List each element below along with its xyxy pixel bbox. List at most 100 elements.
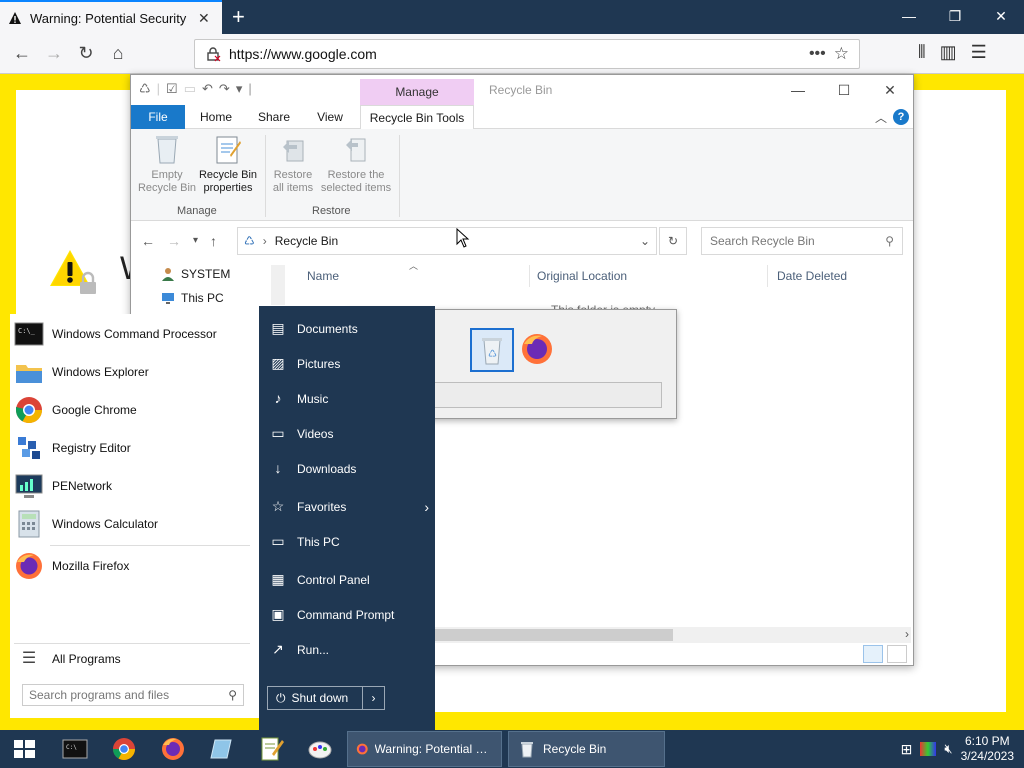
start-menu-places: ▤ Documents ▨ Pictures ♪ Music ▭ Videos ↓ Dow… bbox=[259, 306, 435, 730]
tab-home[interactable]: Home bbox=[191, 105, 241, 129]
star-icon: ☆ bbox=[271, 498, 285, 514]
nav-pane-scrollbar[interactable] bbox=[271, 265, 285, 305]
ribbon-collapse-icon[interactable]: ︿ bbox=[875, 109, 887, 126]
library-icon[interactable]: ⫴ bbox=[918, 42, 926, 63]
sidebar-icon[interactable]: ▥ bbox=[940, 42, 957, 63]
large-icons-view-icon[interactable] bbox=[887, 645, 907, 663]
windows-start-icon[interactable] bbox=[0, 730, 48, 768]
place-run[interactable]: ↗ Run... bbox=[269, 635, 429, 665]
color-tray-icon[interactable] bbox=[920, 742, 937, 756]
search-icon: ⚲ bbox=[885, 234, 894, 248]
horizontal-scrollbar[interactable]: › bbox=[431, 627, 911, 643]
restore-all-button[interactable]: Restore all items bbox=[269, 133, 317, 195]
search-recycle-bin-input[interactable]: Search Recycle Bin ⚲ bbox=[701, 227, 903, 255]
back-arrow-icon[interactable]: ← bbox=[141, 233, 155, 249]
start-search-input[interactable]: Search programs and files ⚲ bbox=[22, 684, 244, 706]
up-arrow-icon[interactable]: ↑ bbox=[210, 233, 217, 249]
close-button[interactable]: ✕ bbox=[978, 0, 1024, 34]
tab-file[interactable]: File bbox=[131, 105, 185, 129]
taskbar-cmd-icon[interactable]: C:\ bbox=[60, 734, 90, 764]
explorer-minimize-button[interactable]: — bbox=[775, 75, 821, 105]
program-windows-explorer[interactable]: Windows Explorer bbox=[14, 354, 254, 390]
place-videos[interactable]: ▭ Videos bbox=[269, 419, 429, 449]
taskbar-task-firefox[interactable]: Warning: Potential Security Risk Ahead bbox=[347, 731, 502, 767]
column-separator[interactable] bbox=[767, 265, 768, 287]
warning-icon bbox=[9, 12, 21, 24]
place-this-pc[interactable]: ▭ This PC bbox=[269, 527, 429, 557]
place-music[interactable]: ♪ Music bbox=[269, 384, 429, 414]
new-tab-button[interactable]: + bbox=[232, 4, 245, 30]
home-button[interactable]: ⌂ bbox=[102, 43, 134, 64]
program-mozilla-firefox[interactable]: Mozilla Firefox bbox=[14, 548, 254, 584]
browser-tab-active[interactable]: Warning: Potential Security Risk Ahead ✕ bbox=[0, 0, 222, 34]
help-icon[interactable]: ? bbox=[893, 109, 909, 125]
properties-icon[interactable]: ☑ bbox=[166, 81, 178, 97]
all-programs-button[interactable]: ☰ All Programs bbox=[14, 641, 254, 677]
clock[interactable]: 6:10 PM 3/24/2023 bbox=[961, 734, 1014, 764]
scrollbar-thumb[interactable] bbox=[431, 629, 673, 641]
recycle-bin-properties-button[interactable]: Recycle Bin properties bbox=[197, 133, 259, 195]
forward-button[interactable]: → bbox=[38, 43, 70, 64]
url-bar[interactable]: https://www.google.com ••• ☆ bbox=[194, 39, 860, 69]
taskbar-task-recycle-bin[interactable]: Recycle Bin bbox=[508, 731, 665, 767]
column-name[interactable]: Name bbox=[307, 269, 339, 283]
minimize-button[interactable]: — bbox=[886, 0, 932, 34]
firefox-icon[interactable] bbox=[520, 332, 554, 366]
undo-icon[interactable]: ↶ bbox=[202, 81, 213, 97]
redo-icon[interactable]: ↷ bbox=[219, 81, 230, 97]
explorer-close-button[interactable]: ✕ bbox=[867, 75, 913, 105]
program-registry-editor[interactable]: Registry Editor bbox=[14, 430, 254, 466]
shutdown-button[interactable]: ⏻ Shut down › bbox=[267, 686, 385, 710]
explorer-maximize-button[interactable]: ☐ bbox=[821, 75, 867, 105]
taskbar-paint-icon[interactable] bbox=[305, 734, 335, 764]
restore-button[interactable]: ❐ bbox=[932, 0, 978, 34]
column-date-deleted[interactable]: Date Deleted bbox=[777, 269, 847, 283]
forward-arrow-icon[interactable]: → bbox=[167, 233, 181, 249]
recent-chevron-icon[interactable]: ▾ bbox=[193, 233, 198, 249]
customize-qat-icon[interactable]: ▾ bbox=[236, 81, 243, 97]
tab-recycle-bin-tools[interactable]: Recycle Bin Tools bbox=[360, 105, 474, 130]
place-control-panel[interactable]: ▦ Control Panel bbox=[269, 565, 429, 595]
scroll-right-icon[interactable]: › bbox=[905, 627, 909, 641]
menu-icon[interactable]: ☰ bbox=[971, 42, 987, 63]
taskbar-explorer-icon[interactable] bbox=[207, 734, 237, 764]
restore-selected-button[interactable]: Restore the selected items bbox=[319, 133, 393, 195]
details-view-icon[interactable] bbox=[863, 645, 883, 663]
tab-share[interactable]: Share bbox=[251, 105, 297, 129]
refresh-button[interactable]: ↻ bbox=[659, 227, 687, 255]
place-favorites[interactable]: ☆ Favorites › bbox=[269, 492, 429, 522]
nav-item-this-pc[interactable]: This PC bbox=[161, 291, 224, 305]
taskbar-firefox-icon[interactable] bbox=[158, 734, 188, 764]
place-pictures[interactable]: ▨ Pictures bbox=[269, 349, 429, 379]
tab-view[interactable]: View bbox=[307, 105, 353, 129]
page-actions-icon[interactable]: ••• bbox=[809, 45, 826, 63]
program-google-chrome[interactable]: Google Chrome bbox=[14, 392, 254, 428]
program-windows-command-processor[interactable]: C:\_ Windows Command Processor bbox=[14, 316, 254, 352]
empty-bin-icon bbox=[156, 136, 178, 164]
shutdown-options-chevron-icon[interactable]: › bbox=[362, 687, 384, 709]
reload-button[interactable]: ↻ bbox=[70, 43, 102, 64]
place-documents[interactable]: ▤ Documents bbox=[269, 314, 429, 344]
place-command-prompt[interactable]: ▣ Command Prompt bbox=[269, 600, 429, 630]
taskbar-notepad-icon[interactable] bbox=[256, 734, 286, 764]
taskbar-chrome-icon[interactable] bbox=[109, 734, 139, 764]
task-switcher-recycle-bin[interactable]: ♺ bbox=[470, 328, 514, 372]
new-folder-icon[interactable]: ▭ bbox=[184, 81, 196, 97]
run-icon: ↗ bbox=[272, 641, 284, 657]
column-separator[interactable] bbox=[529, 265, 530, 287]
volume-muted-icon[interactable]: 🔇︎ bbox=[944, 741, 952, 757]
column-original-location[interactable]: Original Location bbox=[537, 269, 627, 283]
address-nav: ← → ▾ ↑ bbox=[141, 233, 217, 249]
close-tab-icon[interactable]: ✕ bbox=[198, 10, 210, 27]
back-button[interactable]: ← bbox=[6, 43, 38, 64]
network-tray-icon[interactable]: ⊞ bbox=[901, 741, 913, 758]
nav-item-system[interactable]: SYSTEM bbox=[161, 267, 230, 281]
program-penetwork[interactable]: PENetwork bbox=[14, 468, 254, 504]
address-bar[interactable]: ♺ › Recycle Bin ⌄ bbox=[237, 227, 657, 255]
bookmark-star-icon[interactable]: ☆ bbox=[834, 44, 849, 64]
empty-recycle-bin-button[interactable]: Empty Recycle Bin bbox=[137, 133, 197, 195]
place-downloads[interactable]: ↓ Downloads bbox=[269, 454, 429, 484]
address-dropdown-icon[interactable]: ⌄ bbox=[640, 234, 650, 248]
program-windows-calculator[interactable]: Windows Calculator bbox=[14, 506, 254, 542]
terminal-icon: ▣ bbox=[271, 606, 285, 622]
